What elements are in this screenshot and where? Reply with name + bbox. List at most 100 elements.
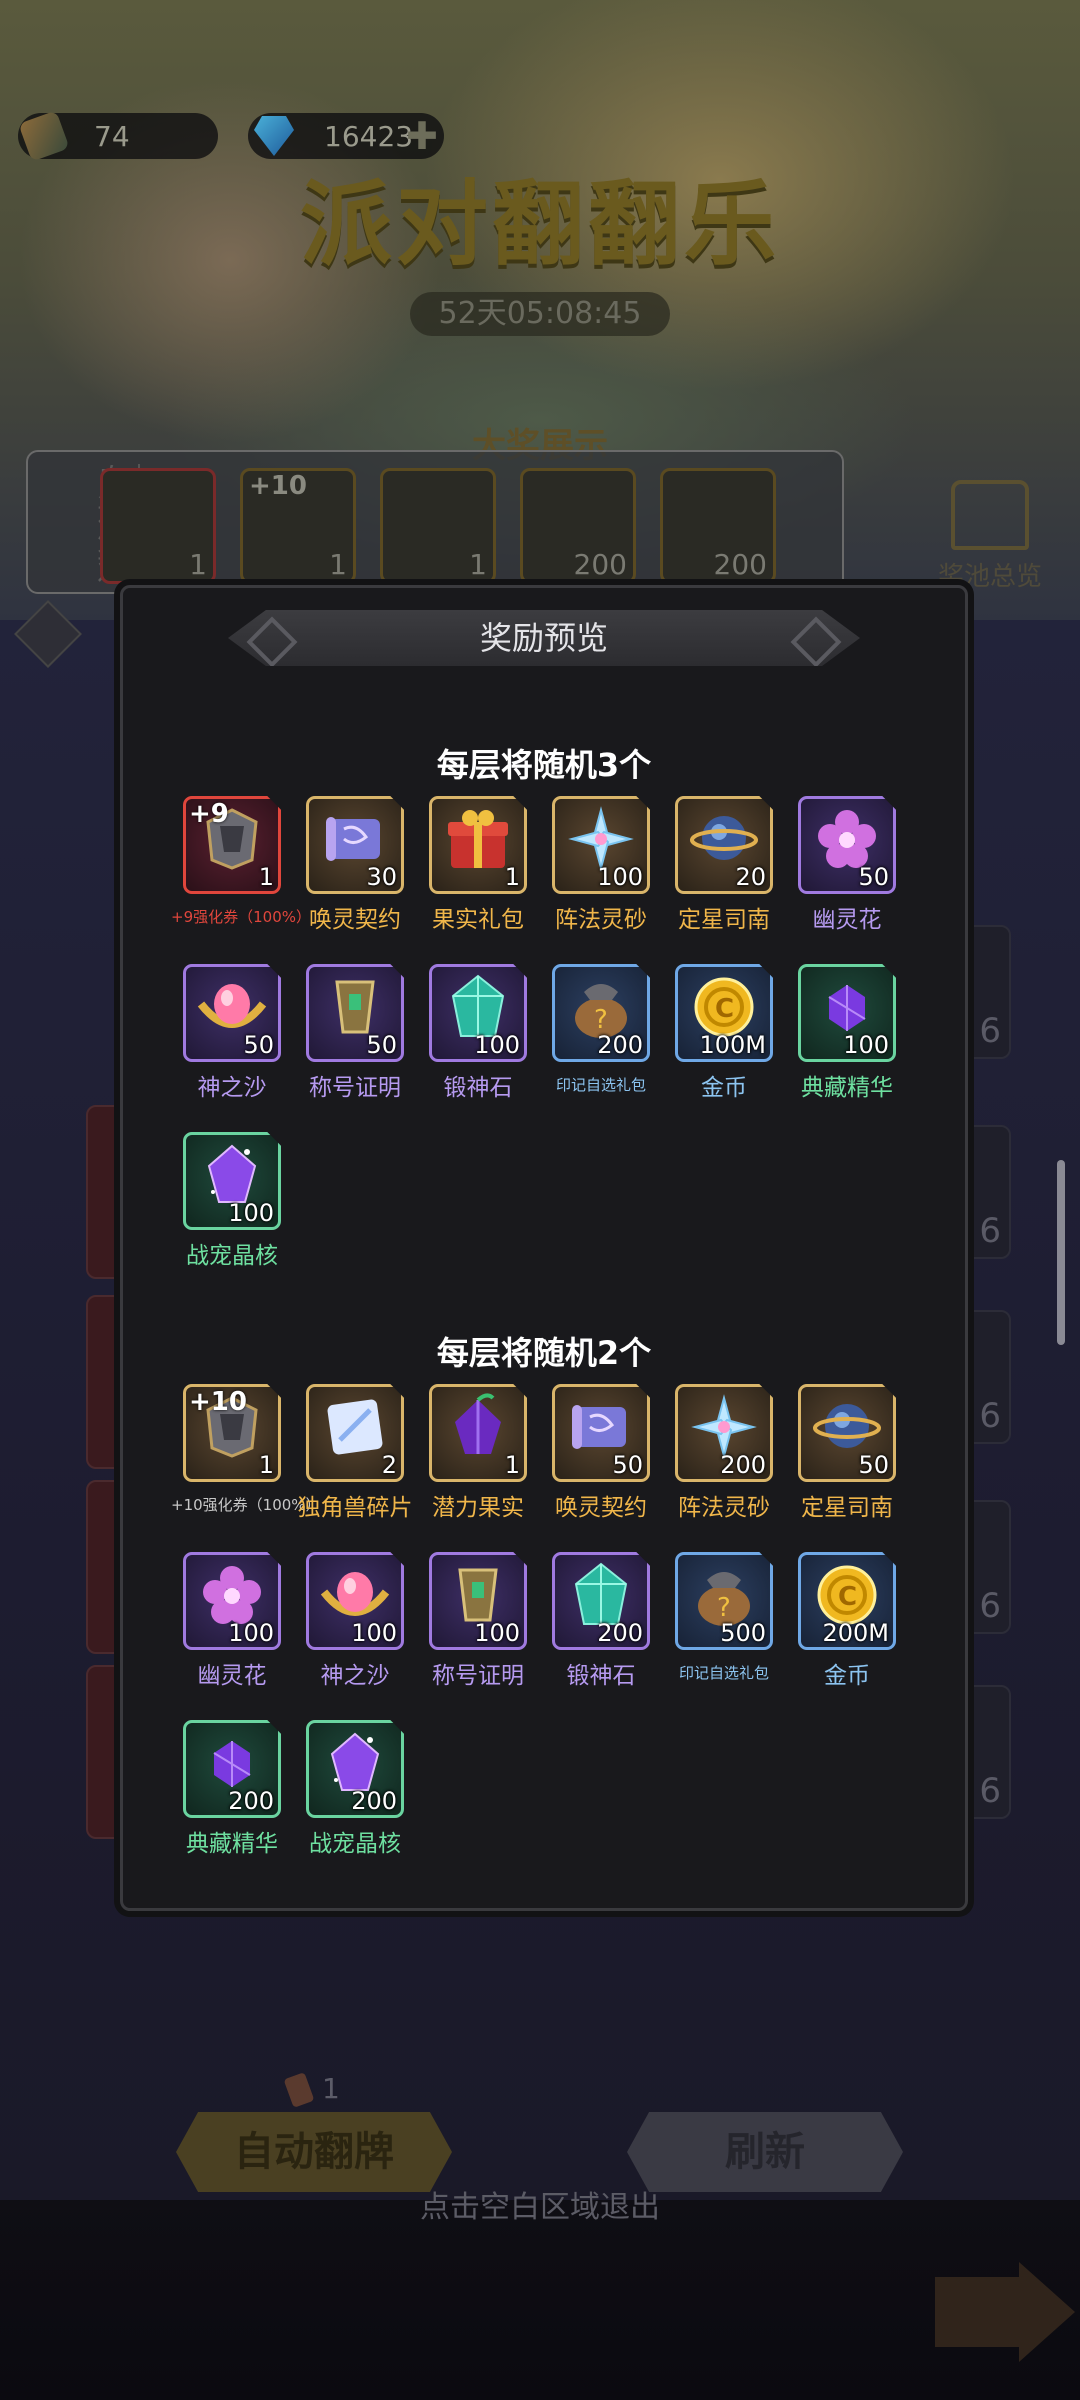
reward-item[interactable]: 50 幽灵花 <box>798 796 908 933</box>
essence-icon: 100 <box>798 964 896 1062</box>
item-name: +9强化券（100%） <box>171 908 311 926</box>
enhance-ticket-icon: +10 1 <box>183 1384 281 1482</box>
refresh-button[interactable]: 刷新 <box>627 2112 903 2192</box>
item-count: 100 <box>597 863 643 891</box>
reward-item[interactable]: 200 战宠晶核 <box>306 1720 416 1857</box>
item-count: 50 <box>366 1031 397 1059</box>
reward-item[interactable]: 50 唤灵契约 <box>552 1384 662 1521</box>
pool-overview-button[interactable]: 奖池总览 <box>930 480 1050 592</box>
mystery-bag-icon: ? 200 <box>552 964 650 1062</box>
item-count: 200M <box>822 1619 889 1647</box>
item-count: 1 <box>258 1451 274 1479</box>
enhance-ticket-icon: +9 1 <box>183 796 281 894</box>
item-art <box>447 1392 509 1466</box>
item-name: 锻神石 <box>566 1663 636 1689</box>
reward-item[interactable]: 200 锻神石 <box>552 1552 662 1689</box>
reward-item[interactable]: 1 潜力果实 <box>429 1384 539 1521</box>
ghost-flower-icon: 50 <box>798 796 896 894</box>
flip-ticket-counter: 1 <box>283 2072 340 2108</box>
reward-item[interactable]: 100 称号证明 <box>429 1552 539 1689</box>
reward-item[interactable]: 100 战宠晶核 <box>183 1132 293 1269</box>
item-count: 1 <box>258 863 274 891</box>
section-title: 每层将随机3个 <box>436 746 652 784</box>
pet-crystal-icon: 200 <box>306 1720 404 1818</box>
enhance-level: +9 <box>189 799 229 829</box>
reward-item[interactable]: C 100M 金币 <box>675 964 785 1101</box>
reward-item[interactable]: 50 称号证明 <box>306 964 416 1101</box>
item-count: 200 <box>597 1031 643 1059</box>
item-name: 果实礼包 <box>432 907 524 933</box>
chest-icon <box>951 480 1029 550</box>
gold-coin-icon: C 200M <box>798 1552 896 1650</box>
reward-item[interactable]: 100 阵法灵砂 <box>552 796 662 933</box>
unicorn-shard-icon: 2 <box>306 1384 404 1482</box>
reward-preview-modal: 奖励预览 每层将随机3个 +9 1 +9强化券（100%） 30 唤灵契约 1 果实礼包 10… <box>120 585 968 1911</box>
reward-item[interactable]: 2 独角兽碎片 <box>298 1384 416 1521</box>
item-name: 战宠晶核 <box>186 1243 278 1269</box>
item-name: 锻神石 <box>443 1075 513 1101</box>
reward-item[interactable]: 100 典藏精华 <box>798 964 908 1101</box>
crystal-flower-icon: 200 <box>675 1384 773 1482</box>
showcase-item[interactable]: 200 <box>520 468 636 584</box>
reward-item[interactable]: 100 幽灵花 <box>183 1552 293 1689</box>
forge-stone-icon: 200 <box>552 1552 650 1650</box>
showcase-item[interactable]: 200 <box>660 468 776 584</box>
crystal-flower-icon: 100 <box>552 796 650 894</box>
reward-item[interactable]: 200 典藏精华 <box>183 1720 293 1857</box>
item-count: 200 <box>228 1787 274 1815</box>
item-art <box>443 806 513 876</box>
reward-item[interactable]: 100 神之沙 <box>306 1552 416 1689</box>
item-count: 200 <box>720 1451 766 1479</box>
exit-hint[interactable]: 点击空白区域退出 <box>0 2182 1080 2226</box>
reward-item[interactable]: 50 定星司南 <box>798 1384 908 1521</box>
item-count: 100 <box>843 1031 889 1059</box>
item-name: 典藏精华 <box>186 1831 278 1857</box>
title-badge-icon: 50 <box>306 964 404 1062</box>
item-name: 定星司南 <box>801 1495 893 1521</box>
item-name: 金币 <box>701 1075 747 1101</box>
item-count: 50 <box>858 863 889 891</box>
item-count: 50 <box>612 1451 643 1479</box>
item-name: 神之沙 <box>320 1663 390 1689</box>
item-name: 战宠晶核 <box>309 1831 401 1857</box>
svg-text:C: C <box>838 1582 857 1612</box>
reward-item[interactable]: ? 500 印记自选礼包 <box>675 1552 785 1682</box>
item-name: 称号证明 <box>309 1075 401 1101</box>
item-count: 500 <box>720 1619 766 1647</box>
item-name: 金币 <box>824 1663 870 1689</box>
reward-item[interactable]: 1 果实礼包 <box>429 796 539 933</box>
divine-sand-icon: 50 <box>183 964 281 1062</box>
ghost-flower-icon: 100 <box>183 1552 281 1650</box>
reward-item[interactable]: 50 神之沙 <box>183 964 293 1101</box>
item-count: 100 <box>351 1619 397 1647</box>
gift-box-icon: 1 <box>429 796 527 894</box>
scroll-icon: 50 <box>552 1384 650 1482</box>
reward-item[interactable]: 20 定星司南 <box>675 796 785 933</box>
item-name: 阵法灵砂 <box>678 1495 770 1521</box>
item-count: 50 <box>858 1451 889 1479</box>
event-timer: 52天05:08:45 <box>410 292 670 336</box>
reward-item[interactable]: 200 阵法灵砂 <box>675 1384 785 1521</box>
reward-item[interactable]: C 200M 金币 <box>798 1552 908 1689</box>
item-name: 唤灵契约 <box>555 1495 647 1521</box>
item-count: 2 <box>381 1451 397 1479</box>
item-count: 50 <box>243 1031 274 1059</box>
reward-item[interactable]: ? 200 印记自选礼包 <box>552 964 662 1094</box>
bottom-bar-background <box>0 2200 1080 2400</box>
title-badge-icon: 100 <box>429 1552 527 1650</box>
showcase-item[interactable]: +10 1 <box>240 468 356 584</box>
scrollbar[interactable] <box>1057 1160 1065 1345</box>
divine-sand-icon: 100 <box>306 1552 404 1650</box>
auto-flip-button[interactable]: 自动翻牌 <box>176 2112 452 2192</box>
reward-item[interactable]: +10 1 +10强化券（100%） <box>171 1384 321 1514</box>
showcase-item[interactable]: 1 <box>100 468 216 584</box>
reward-item[interactable]: +9 1 +9强化券（100%） <box>171 796 311 926</box>
event-title: 派对翻翻乐 <box>299 171 780 278</box>
item-name: 定星司南 <box>678 907 770 933</box>
compass-orb-icon: 50 <box>798 1384 896 1482</box>
showcase-item[interactable]: 1 <box>380 468 496 584</box>
item-name: 唤灵契约 <box>309 907 401 933</box>
reward-item[interactable]: 100 锻神石 <box>429 964 539 1101</box>
item-count: 100 <box>228 1619 274 1647</box>
reward-item[interactable]: 30 唤灵契约 <box>306 796 416 933</box>
